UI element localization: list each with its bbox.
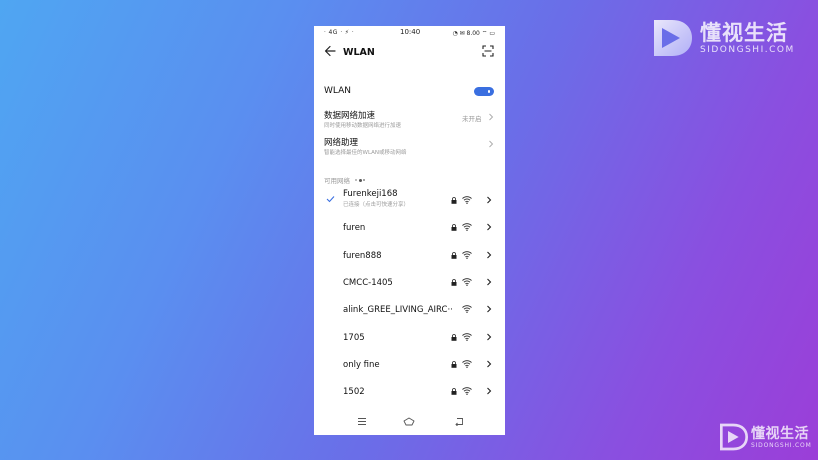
- watermark-subtitle: SIDONGSHI.COM: [700, 44, 795, 55]
- watermark-logo-small: 懂视生活 SIDONGSHI.COM: [720, 423, 812, 451]
- network-row[interactable]: alink_GREE_LIVING_AIRC··: [314, 297, 505, 323]
- lock-icon: [451, 197, 457, 204]
- lock-icon: [451, 360, 457, 368]
- network-row[interactable]: furen: [314, 215, 505, 241]
- network-name: furen888: [343, 250, 382, 261]
- chevron-right-icon[interactable]: [486, 333, 492, 341]
- system-nav-bar: [314, 413, 505, 435]
- setting-title: 数据网络加速: [324, 111, 376, 121]
- status-left-icons: ᐧ 4G ᐧ ⚡ ᐧ: [324, 29, 354, 36]
- chevron-right-icon[interactable]: [486, 223, 492, 231]
- app-bar: WLAN: [314, 40, 505, 66]
- network-row[interactable]: furen888: [314, 243, 505, 269]
- network-name: CMCC-1405: [343, 277, 393, 288]
- watermark-logo: 懂视生活 SIDONGSHI.COM: [652, 18, 795, 58]
- lock-icon: [451, 333, 457, 341]
- menu-icon[interactable]: [357, 417, 367, 426]
- logo-icon: [720, 423, 748, 451]
- network-name: Furenkeji168: [343, 189, 398, 199]
- data-acceleration-row[interactable]: 数据网络加速 同时使用移动数据网络进行加速 未开启: [314, 109, 505, 131]
- chevron-right-icon: [489, 140, 494, 148]
- wifi-signal-icon: [462, 387, 472, 395]
- wifi-signal-icon: [462, 223, 472, 232]
- wlan-toggle-switch[interactable]: [474, 87, 494, 96]
- check-icon: [326, 196, 335, 203]
- network-name: furen: [343, 223, 366, 234]
- setting-value: 未开启: [462, 115, 482, 123]
- setting-subtitle: 同时使用移动数据网络进行加速: [324, 123, 402, 129]
- nav-back-icon[interactable]: [454, 417, 464, 426]
- available-networks-header: 可用网络: [324, 175, 367, 185]
- setting-title: 网络助理: [324, 138, 359, 148]
- status-right-icons: ◔ ✉ 8.00 ⌔ ▭: [452, 30, 495, 37]
- network-name: 1502: [343, 387, 365, 398]
- back-arrow-icon[interactable]: [324, 45, 336, 57]
- scan-icon[interactable]: [482, 45, 494, 57]
- wlan-label: WLAN: [324, 86, 352, 96]
- network-row[interactable]: CMCC-1405: [314, 270, 505, 296]
- network-row[interactable]: only fine: [314, 352, 505, 378]
- lock-icon: [451, 251, 457, 259]
- chevron-right-icon[interactable]: [486, 305, 492, 313]
- network-row[interactable]: 1502: [314, 379, 505, 405]
- wifi-signal-icon: [462, 196, 472, 204]
- wifi-signal-icon: [462, 278, 472, 286]
- wifi-signal-icon: [462, 250, 472, 259]
- chevron-right-icon[interactable]: [486, 251, 492, 259]
- network-row[interactable]: 1705: [314, 325, 505, 351]
- lock-icon: [451, 224, 457, 232]
- network-row[interactable]: Furenkeji168 已连接（点击可快速分享）: [314, 188, 505, 214]
- section-label: 可用网络: [324, 177, 350, 185]
- wifi-signal-icon: [462, 360, 472, 368]
- network-name: 1705: [343, 332, 365, 343]
- chevron-right-icon[interactable]: [486, 196, 492, 204]
- wifi-signal-icon: [462, 332, 472, 341]
- phone-screen: ᐧ 4G ᐧ ⚡ ᐧ 10:40 ◔ ✉ 8.00 ⌔ ▭ WLAN WLAN …: [314, 26, 505, 435]
- wifi-signal-icon: [462, 305, 472, 314]
- setting-subtitle: 智能选择最佳的WLAN或移动网络: [324, 150, 407, 156]
- home-icon[interactable]: [403, 417, 415, 426]
- toggle-knob: [488, 90, 490, 93]
- network-status: 已连接（点击可快速分享）: [343, 202, 410, 208]
- logo-icon: [654, 20, 692, 56]
- chevron-right-icon[interactable]: [486, 360, 492, 368]
- chevron-right-icon[interactable]: [486, 278, 492, 286]
- status-bar: ᐧ 4G ᐧ ⚡ ᐧ 10:40 ◔ ✉ 8.00 ⌔ ▭: [314, 26, 505, 40]
- scanning-indicator-icon: [355, 178, 367, 182]
- network-name: only fine: [343, 359, 380, 370]
- chevron-right-icon[interactable]: [486, 387, 492, 395]
- status-time: 10:40: [400, 28, 421, 36]
- lock-icon: [451, 279, 457, 286]
- network-name: alink_GREE_LIVING_AIRC··: [343, 305, 453, 316]
- watermark-subtitle-small: SIDONGSHI.COM: [751, 441, 812, 449]
- watermark-title: 懂视生活: [700, 20, 788, 45]
- chevron-right-icon: [489, 113, 494, 121]
- page-title: WLAN: [343, 47, 375, 58]
- lock-icon: [451, 388, 457, 395]
- network-assistant-row[interactable]: 网络助理 智能选择最佳的WLAN或移动网络: [314, 136, 505, 158]
- wlan-toggle-row[interactable]: WLAN: [314, 83, 505, 101]
- watermark-title-small: 懂视生活: [751, 425, 809, 442]
